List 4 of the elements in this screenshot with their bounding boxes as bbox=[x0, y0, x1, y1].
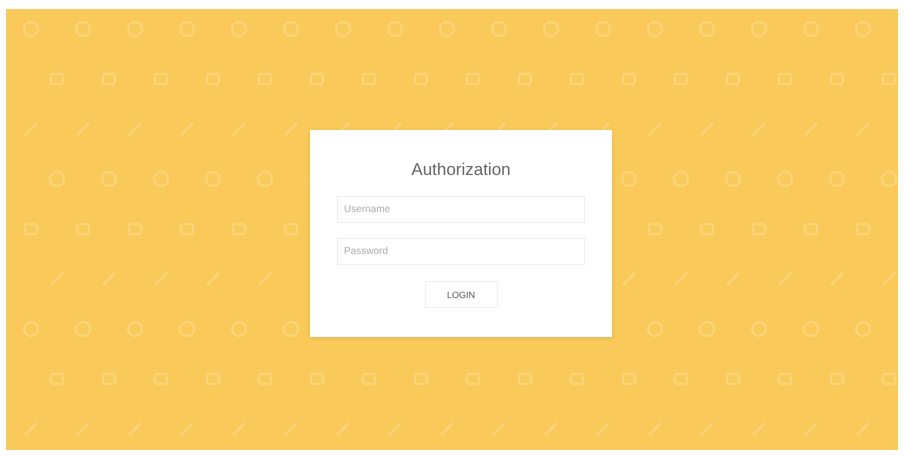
input-field[interactable]: Username bbox=[337, 196, 585, 223]
card-title: Authorization bbox=[411, 160, 511, 180]
input-field[interactable]: Password bbox=[337, 238, 585, 265]
login-button[interactable]: LOGIN bbox=[424, 281, 498, 308]
